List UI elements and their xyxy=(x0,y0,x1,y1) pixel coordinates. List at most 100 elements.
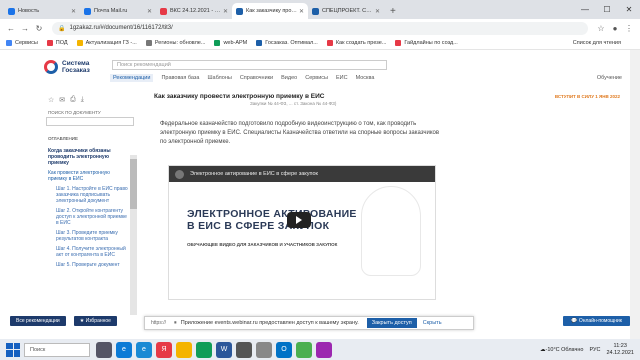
document-content: Как заказчику провести электронную прием… xyxy=(150,88,630,318)
menu-item[interactable]: Шаблоны xyxy=(207,75,231,82)
intro-paragraph: Федеральное казначейство подготовило под… xyxy=(160,121,440,145)
bookmark-item[interactable]: Сервисы xyxy=(6,40,38,46)
profile-icon[interactable]: ● xyxy=(608,24,622,33)
stop-sharing-button[interactable]: Закрыть доступ xyxy=(366,318,417,328)
chrome-icon[interactable] xyxy=(196,341,212,358)
close-icon[interactable]: ✕ xyxy=(223,8,228,15)
browser-tab[interactable]: Почта Mail.ru ✕ xyxy=(80,3,156,19)
tab-label: Новость xyxy=(18,8,40,14)
bookmark-icon xyxy=(326,40,333,46)
app-icon[interactable] xyxy=(296,341,312,358)
taskbar-search-input[interactable]: Поиск xyxy=(24,342,90,357)
close-window-icon[interactable]: ✕ xyxy=(618,0,640,19)
bookmark-item[interactable]: Гайдлайны по созд... xyxy=(395,40,458,46)
forward-icon[interactable]: → xyxy=(18,24,32,33)
play-button[interactable] xyxy=(287,212,311,228)
close-icon[interactable]: ✕ xyxy=(375,8,380,15)
site-search-input[interactable]: Поиск рекомендаций xyxy=(112,60,387,70)
toc-item[interactable]: Шаг 4. Получите электронный акт от контр… xyxy=(48,246,128,258)
bookmark-icon xyxy=(145,40,152,46)
mail-icon[interactable]: ✉ xyxy=(59,96,65,104)
clock[interactable]: 11:23 24.12.2021 xyxy=(606,343,634,357)
menu-item[interactable]: Сервисы xyxy=(305,75,328,82)
lang-indicator[interactable]: РУС xyxy=(589,347,600,353)
close-icon[interactable]: ✕ xyxy=(71,8,76,15)
bookmark-item[interactable]: Регионы: обновле... xyxy=(145,40,205,46)
reading-list[interactable]: Список для чтения xyxy=(573,40,621,46)
app-icon[interactable] xyxy=(316,341,332,358)
pause-icon: ⏸ xyxy=(174,319,177,326)
close-icon[interactable]: ✕ xyxy=(299,8,304,15)
toc-item[interactable]: Шаг 3. Проведите приемку результатов кон… xyxy=(48,230,128,242)
browser-tab[interactable]: СПЕЦПРОЕКТ. Сборник✕ xyxy=(308,3,384,19)
system-tray: ☁ -10°C Облачно РУС 11:23 24.12.2021 xyxy=(540,339,634,360)
favorites-button[interactable]: ★ Избранное xyxy=(73,316,117,326)
maximize-icon[interactable]: ☐ xyxy=(596,0,618,19)
menu-item[interactable]: Москва xyxy=(356,75,375,82)
doc-search-input[interactable] xyxy=(46,117,134,126)
scroll-thumb[interactable] xyxy=(130,159,137,209)
site-logo[interactable]: Система Госзаказ xyxy=(44,60,90,74)
bookmark-icon xyxy=(395,40,402,46)
doc-search-label: ПОИСК ПО ДОКУМЕНТУ xyxy=(48,110,101,115)
logo-line: Госзаказ xyxy=(62,67,90,74)
bookmark-item[interactable]: web-АРМ xyxy=(214,40,247,46)
reload-icon[interactable]: ↻ xyxy=(32,24,46,33)
print-icon[interactable]: ⎙ xyxy=(70,96,76,104)
lock-icon: 🔒 xyxy=(58,25,66,32)
url-input[interactable]: 🔒 1gzakaz.ru/#/document/16/116172/tit3/ xyxy=(52,21,588,35)
explorer-icon[interactable] xyxy=(176,341,192,358)
hide-button[interactable]: Скрыть xyxy=(423,320,442,326)
toc-scrollbar[interactable] xyxy=(130,155,137,315)
toc-item[interactable]: Когда заказчики обязаны проводить электр… xyxy=(48,148,128,166)
all-recommendations-button[interactable]: Все рекомендации xyxy=(10,316,66,326)
weather-text[interactable]: -10°C Облачно xyxy=(546,347,584,353)
menu-item-recommendations[interactable]: Рекомендации xyxy=(110,74,154,82)
online-helper-button[interactable]: 💬 Онлайн-помощник xyxy=(563,316,630,326)
page-scrollbar[interactable] xyxy=(630,50,640,339)
bookmark-item[interactable]: Как создать презе... xyxy=(326,40,386,46)
taskbar: Поиск e e Я W O ☁ -10°C Облачно РУС 11:2… xyxy=(0,339,640,360)
video-header: Электронное актирование в ЕИС в сфере за… xyxy=(169,166,435,182)
close-icon[interactable]: ✕ xyxy=(147,8,152,15)
edge-icon[interactable]: e xyxy=(116,341,132,358)
menu-item[interactable]: Правовая база xyxy=(161,75,199,82)
bookmark-item[interactable]: Актуализация ГЗ -... xyxy=(76,40,137,46)
ie-icon[interactable]: e xyxy=(136,341,152,358)
chat-icon: 💬 xyxy=(571,318,579,324)
menu-item[interactable]: ЕИС xyxy=(336,75,348,82)
browser-tab-active[interactable]: Как заказчику провести✕ xyxy=(232,3,308,19)
tab-favicon-icon xyxy=(84,7,91,15)
minimize-icon[interactable]: — xyxy=(574,0,596,19)
menu-icon[interactable]: ⋮ xyxy=(622,24,636,33)
emblem-icon xyxy=(361,186,421,276)
star-icon[interactable]: ☆ xyxy=(594,24,608,33)
favorite-icon[interactable]: ☆ xyxy=(48,96,54,104)
windows-start-icon[interactable] xyxy=(6,342,20,357)
browser-tab[interactable]: Новость ✕ xyxy=(4,3,80,19)
toc-item[interactable]: Шаг 5. Проверьте документ xyxy=(48,262,128,268)
app-icon[interactable] xyxy=(256,341,272,358)
menu-item[interactable]: Видео xyxy=(281,75,297,82)
app-icon[interactable] xyxy=(236,341,252,358)
toc-item[interactable]: Шаг 1. Настройте в ЕИС право заказчика п… xyxy=(48,186,128,204)
menu-item[interactable]: Справочники xyxy=(240,75,273,82)
new-tab-button[interactable]: + xyxy=(384,6,402,19)
toc-header: ОГЛАВЛЕНИЕ xyxy=(48,136,79,141)
toc-item[interactable]: Как провести электронную приемку в ЕИС xyxy=(48,170,128,182)
outlook-icon[interactable]: O xyxy=(276,341,292,358)
toc-item[interactable]: Шаг 2. Откройте контрагенту доступ к эле… xyxy=(48,208,128,226)
yandex-icon[interactable]: Я xyxy=(156,341,172,358)
back-icon[interactable]: ← xyxy=(4,24,18,33)
download-icon[interactable]: ⤓ xyxy=(81,96,84,104)
url-prefix: https:// xyxy=(151,320,167,326)
word-icon[interactable]: W xyxy=(216,341,232,358)
video-title-line: В ЕИС В СФЕРЕ ЗАКУПОК xyxy=(187,220,330,232)
bookmark-item[interactable]: Госзаказ. Оптимал... xyxy=(256,40,318,46)
bookmark-item[interactable]: ПОД xyxy=(46,40,68,46)
notification-text: Приложение events.webinar.ru предоставле… xyxy=(180,320,359,326)
learn-link[interactable]: Обучение xyxy=(597,75,622,81)
video-player[interactable]: Электронное актирование в ЕИС в сфере за… xyxy=(168,165,436,300)
task-view-icon[interactable] xyxy=(96,341,112,358)
browser-tab[interactable]: ВКС 24.12.2021 - тест ✕ xyxy=(156,3,232,19)
